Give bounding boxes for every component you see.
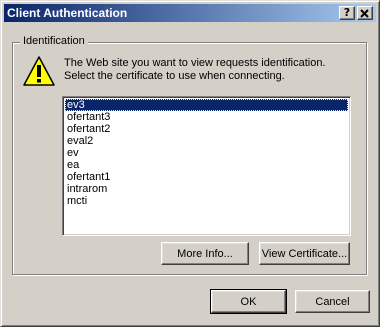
certificate-item-ev[interactable]: ev [65, 147, 348, 159]
certificate-item-eval2[interactable]: eval2 [65, 135, 348, 147]
window-title: Client Authentication [7, 6, 128, 20]
certificate-item-ofertant2[interactable]: ofertant2 [65, 123, 348, 135]
warning-icon [23, 56, 55, 86]
message-line-1: The Web site you want to view requests i… [64, 57, 326, 69]
title-bar[interactable]: Client Authentication ? [4, 4, 376, 22]
ok-button[interactable]: OK [210, 289, 287, 314]
certificate-item-ofertant3[interactable]: ofertant3 [65, 111, 348, 123]
more-info-button[interactable]: More Info... [161, 242, 249, 265]
help-button[interactable]: ? [339, 6, 355, 20]
message-line-2: Select the certificate to use when conne… [64, 70, 285, 82]
client-authentication-dialog: Client Authentication ? Identification T… [0, 0, 380, 327]
certificate-item-intrarom[interactable]: intrarom [65, 183, 348, 195]
identification-group-label: Identification [20, 35, 88, 48]
close-button[interactable] [357, 6, 373, 20]
certificate-list[interactable]: ev3 ofertant3 ofertant2 eval2 ev ea ofer… [62, 96, 351, 236]
identification-message: The Web site you want to view requests i… [64, 57, 354, 83]
cancel-button[interactable]: Cancel [295, 290, 370, 313]
certificate-item-ofertant1[interactable]: ofertant1 [65, 171, 348, 183]
view-certificate-button[interactable]: View Certificate... [259, 242, 350, 265]
certificate-item-ev3[interactable]: ev3 [65, 99, 348, 111]
certificate-item-ea[interactable]: ea [65, 159, 348, 171]
certificate-item-mcti[interactable]: mcti [65, 195, 348, 207]
close-icon [360, 9, 369, 18]
